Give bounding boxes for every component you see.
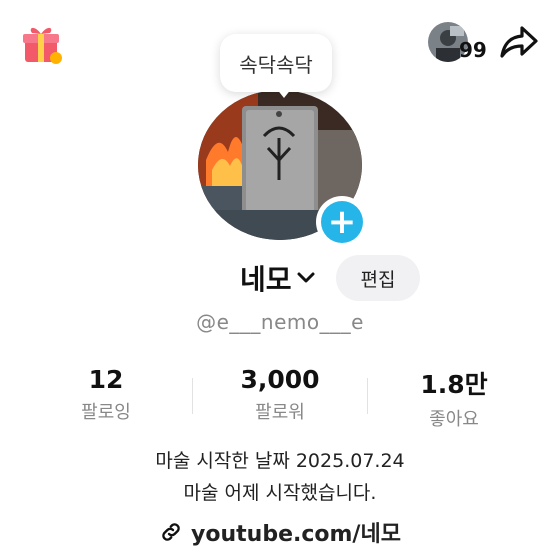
stat-label: 좋아요 — [429, 409, 479, 430]
stat-value: 12 — [88, 365, 124, 394]
bio-line-2: 마술 어제 시작했습니다. — [183, 482, 377, 504]
profile-name-selector[interactable]: 네모 — [240, 258, 316, 298]
profile-handle: @e___nemo___e — [196, 310, 364, 334]
stat-following[interactable]: 12 팔로잉 — [16, 365, 196, 424]
stat-value: 3,000 — [240, 365, 320, 394]
stat-followers[interactable]: 3,000 팔로워 — [190, 365, 370, 424]
tooltip-text: 속닥속닥 — [239, 52, 313, 77]
profile-link[interactable]: youtube.com/네모 — [0, 516, 560, 548]
bio-line-1: 마술 시작한 날짜 2025.07.24 — [155, 450, 405, 472]
edit-profile-button[interactable]: 편집 — [336, 255, 420, 301]
add-story-button[interactable]: + — [316, 196, 368, 248]
profile-name: 네모 — [240, 263, 292, 296]
stat-label: 팔로워 — [255, 402, 305, 423]
link-icon — [162, 523, 180, 541]
profile-link-text: youtube.com/네모 — [191, 522, 401, 547]
stat-value: 1.8만 — [420, 370, 488, 399]
tooltip-tail — [276, 88, 292, 98]
plus-icon: + — [321, 201, 363, 243]
stat-label: 팔로잉 — [81, 402, 131, 423]
chevron-down-icon — [297, 272, 315, 283]
stat-likes[interactable]: 1.8만 좋아요 — [364, 365, 544, 431]
friends-count: 99 — [459, 38, 487, 62]
share-icon[interactable] — [498, 22, 540, 62]
tooltip-bubble: 속닥속닥 — [220, 34, 332, 92]
gift-icon[interactable] — [20, 22, 64, 66]
